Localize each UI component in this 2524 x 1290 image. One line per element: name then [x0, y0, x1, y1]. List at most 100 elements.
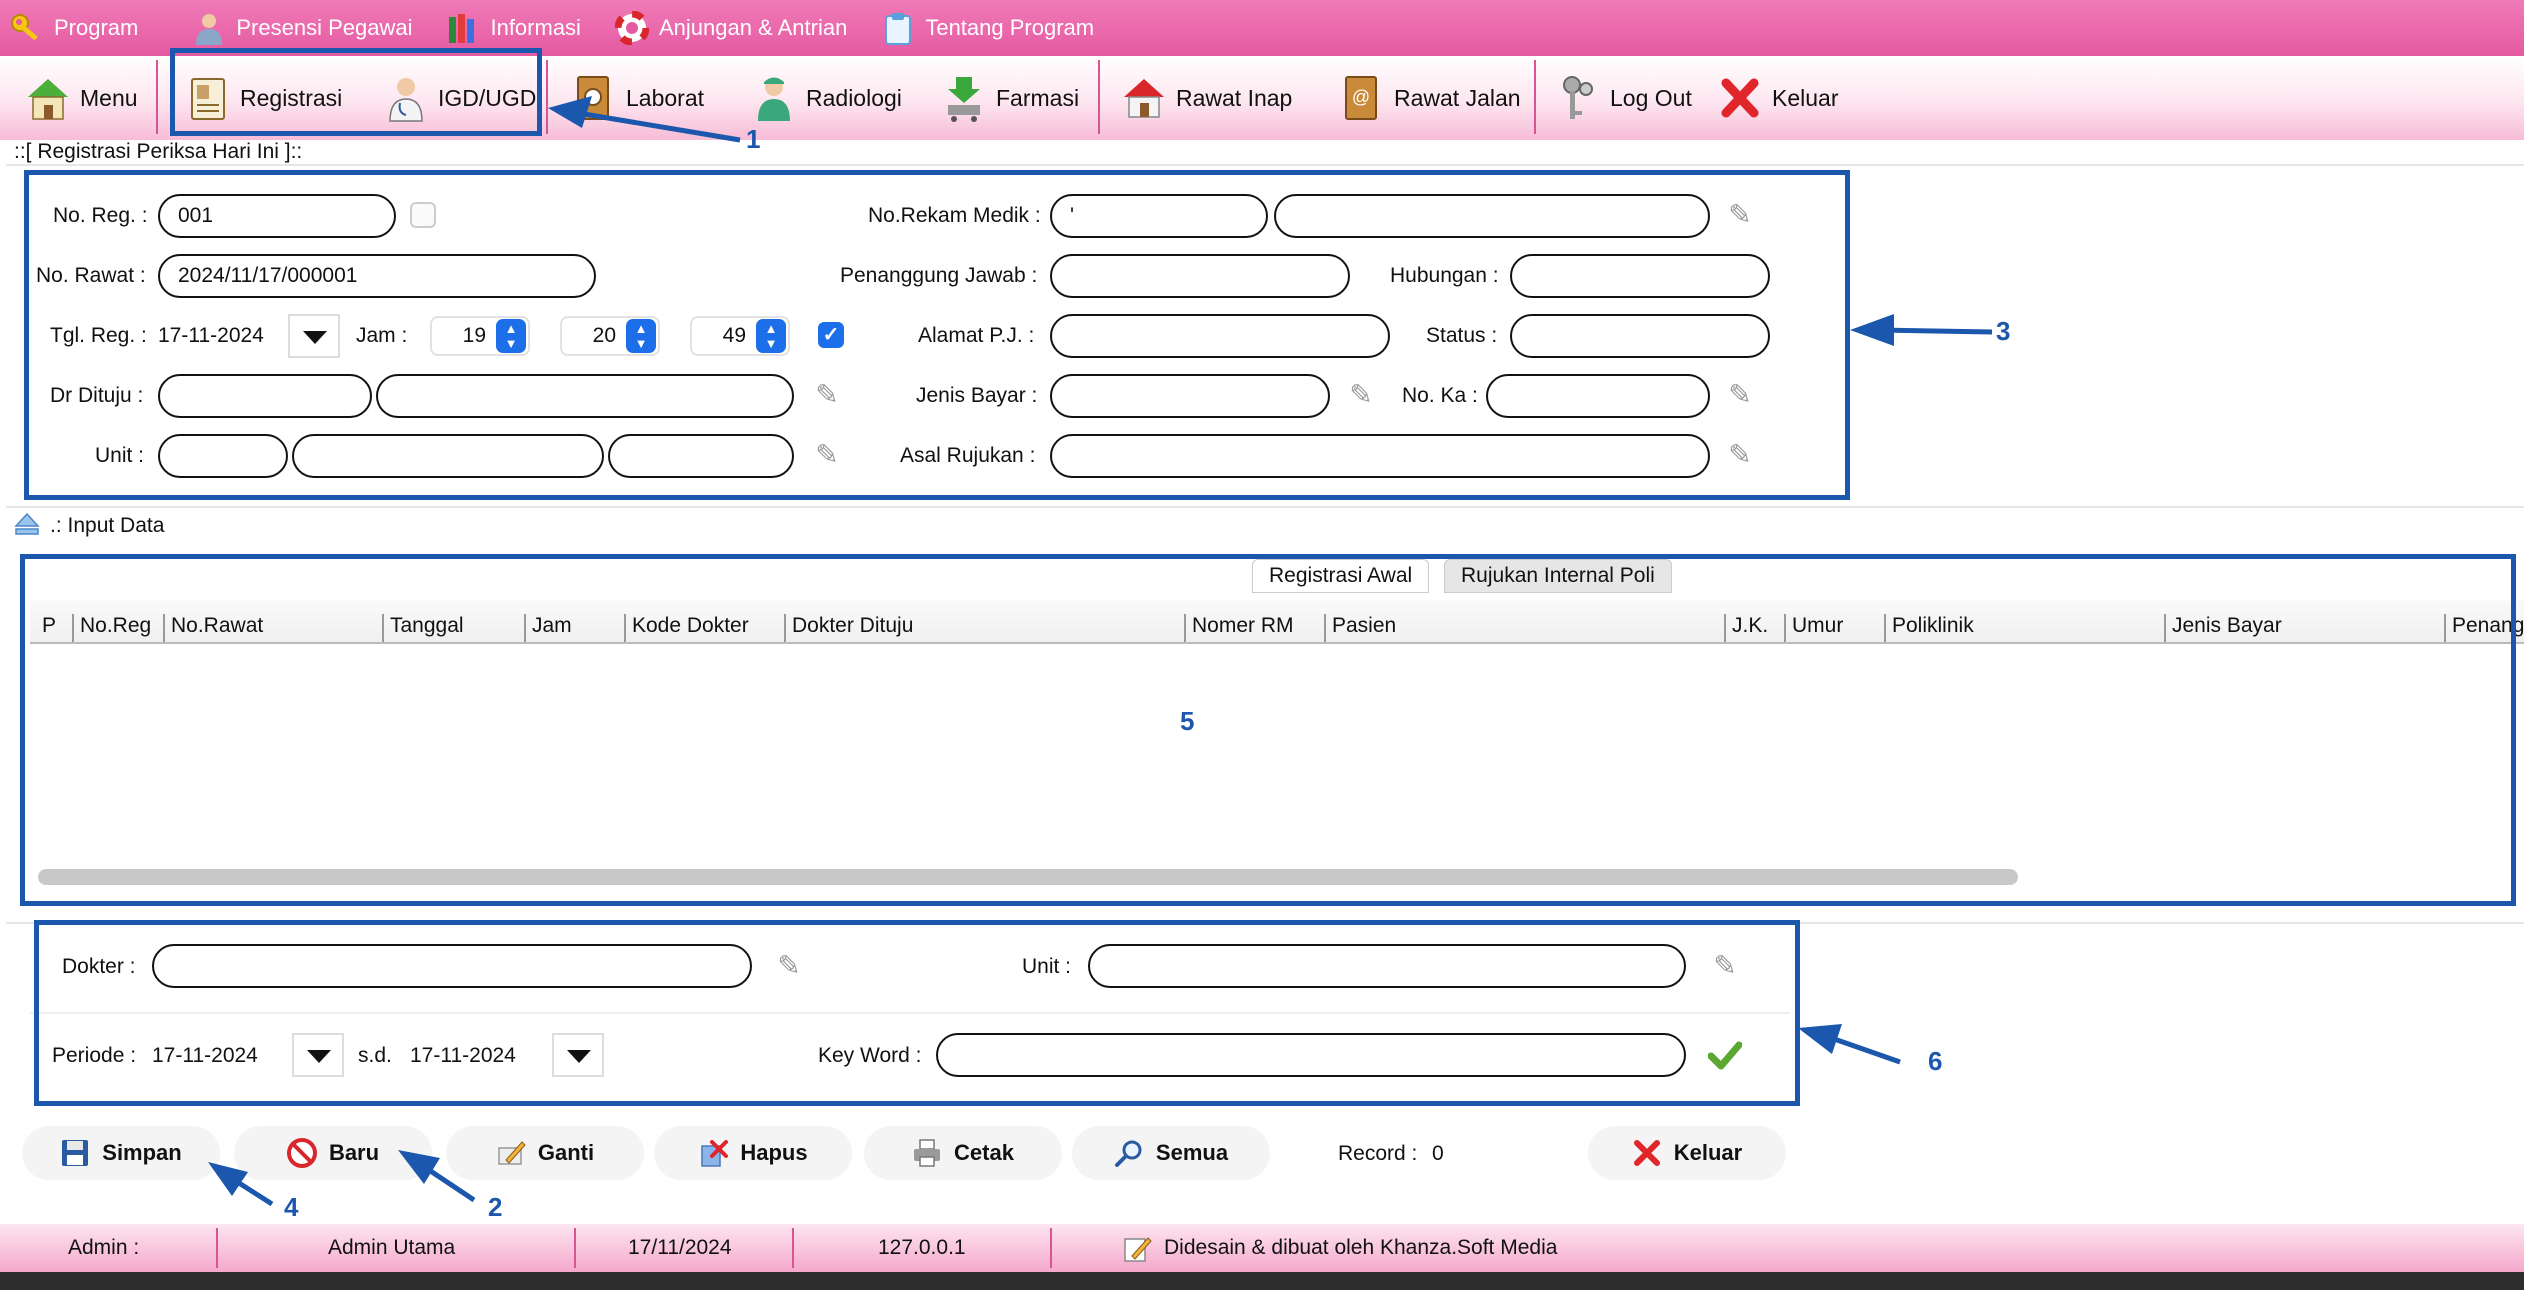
keyword-field[interactable]: [936, 1033, 1686, 1077]
dr-dituju-name-field[interactable]: [376, 374, 794, 418]
periode-to-value[interactable]: 17-11-2024: [410, 1044, 516, 1068]
unit-filter-label: Unit :: [1022, 955, 1072, 978]
unit-code-field[interactable]: [158, 434, 288, 478]
divider: [6, 506, 2524, 508]
column-header[interactable]: Nomer RM: [1184, 614, 1294, 642]
column-header[interactable]: J.K.: [1724, 614, 1768, 642]
annotation-number-5: 5: [1180, 706, 1195, 736]
form-title: ::[ Registrasi Periksa Hari Ini ]::: [14, 140, 303, 163]
unit-name-field[interactable]: [292, 434, 604, 478]
status-field[interactable]: [1510, 314, 1770, 358]
menu-presensi-pegawai[interactable]: Presensi Pegawai: [192, 0, 412, 56]
alamat-pj-field[interactable]: [1050, 314, 1390, 358]
column-header[interactable]: No.Rawat: [163, 614, 263, 642]
registrasi-button[interactable]: Registrasi: [186, 62, 342, 134]
tgl-reg-dropdown[interactable]: [288, 314, 340, 358]
no-reg-checkbox[interactable]: [410, 202, 436, 228]
column-header[interactable]: Poliklinik: [1884, 614, 1974, 642]
menu-presensi-label: Presensi Pegawai: [236, 15, 413, 40]
penanggung-jawab-label: Penanggung Jawab :: [840, 264, 1038, 287]
hapus-button[interactable]: Hapus: [654, 1126, 852, 1180]
hospital-house-icon: [1122, 73, 1166, 123]
keys-icon: [1556, 73, 1600, 123]
tgl-reg-label: Tgl. Reg. :: [50, 324, 147, 347]
simpan-button[interactable]: Simpan: [22, 1126, 220, 1180]
unit-filter-clip-icon[interactable]: ✎: [1710, 951, 1740, 981]
column-header[interactable]: Tanggal: [382, 614, 464, 642]
laborat-button[interactable]: Laborat: [572, 62, 704, 134]
baru-button-label: Baru: [328, 1140, 380, 1165]
jam-second-spinner[interactable]: 49 ▲ ▼: [690, 316, 790, 356]
jam-auto-checkbox[interactable]: ✓: [818, 322, 844, 348]
igd-ugd-button[interactable]: IGD/UGD: [384, 62, 536, 134]
dokter-filter-clip-icon[interactable]: ✎: [774, 951, 804, 981]
penanggung-jawab-field[interactable]: [1050, 254, 1350, 298]
asal-rujukan-field[interactable]: [1050, 434, 1710, 478]
column-header[interactable]: No.Reg: [72, 614, 151, 642]
column-header[interactable]: Pasien: [1324, 614, 1396, 642]
logout-button[interactable]: Log Out: [1556, 62, 1692, 134]
rawat-jalan-button[interactable]: @ Rawat Jalan: [1340, 62, 1521, 134]
dr-dituju-clip-icon[interactable]: ✎: [812, 380, 842, 410]
dokter-filter-field[interactable]: [152, 944, 752, 988]
menu-program[interactable]: Program: [10, 0, 138, 56]
unit-extra-field[interactable]: [608, 434, 794, 478]
no-ka-field[interactable]: [1486, 374, 1710, 418]
menu-tentang-program[interactable]: Tentang Program: [881, 0, 1094, 56]
status-credit: Didesain & dibuat oleh Khanza.Soft Media: [1164, 1236, 1558, 1259]
column-header[interactable]: Jam: [524, 614, 572, 642]
cetak-button-label: Cetak: [954, 1140, 1014, 1165]
doctor-icon: [384, 73, 428, 123]
printer-icon: [912, 1138, 942, 1168]
menu-button[interactable]: Menu: [26, 62, 138, 134]
jam-hour-spinner[interactable]: 19 ▲ ▼: [430, 316, 530, 356]
search-ok-icon[interactable]: [1707, 1040, 1743, 1070]
jenis-bayar-field[interactable]: [1050, 374, 1330, 418]
jam-minute-spinner[interactable]: 20 ▲ ▼: [560, 316, 660, 356]
asal-rujukan-clip-icon[interactable]: ✎: [1725, 440, 1755, 470]
unit-filter-field[interactable]: [1088, 944, 1686, 988]
rekam-medik-clip-icon[interactable]: ✎: [1725, 200, 1755, 230]
tab-rujukan-internal-poli[interactable]: Rujukan Internal Poli: [1444, 559, 1672, 593]
periode-from-dropdown[interactable]: [292, 1033, 344, 1077]
rawat-inap-button-label: Rawat Inap: [1176, 84, 1293, 111]
horizontal-scrollbar[interactable]: [38, 869, 2018, 885]
periode-from-value[interactable]: 17-11-2024: [152, 1044, 258, 1068]
radiologi-button[interactable]: Radiologi: [752, 62, 902, 134]
no-ka-label: No. Ka :: [1402, 384, 1478, 407]
cetak-button[interactable]: Cetak: [864, 1126, 1062, 1180]
farmasi-button[interactable]: Farmasi: [942, 62, 1079, 134]
column-header[interactable]: Penang: [2444, 614, 2524, 642]
column-header[interactable]: Kode Dokter: [624, 614, 749, 642]
baru-button[interactable]: Baru: [234, 1126, 432, 1180]
outpatient-book-icon: @: [1340, 73, 1384, 123]
periode-to-dropdown[interactable]: [552, 1033, 604, 1077]
unit-clip-icon[interactable]: ✎: [812, 440, 842, 470]
dokter-filter-label: Dokter :: [62, 955, 136, 978]
tgl-reg-value[interactable]: 17-11-2024: [158, 324, 264, 348]
column-header[interactable]: P: [36, 614, 56, 642]
keluar-button[interactable]: Keluar: [1588, 1126, 1786, 1180]
hubungan-field[interactable]: [1510, 254, 1770, 298]
annotation-number-2: 2: [488, 1192, 503, 1222]
semua-button[interactable]: Semua: [1072, 1126, 1270, 1180]
menu-anjungan-antrian[interactable]: Anjungan & Antrian: [614, 0, 847, 56]
no-ka-clip-icon[interactable]: ✎: [1725, 380, 1755, 410]
tab-registrasi-awal[interactable]: Registrasi Awal: [1252, 559, 1430, 593]
column-header[interactable]: Dokter Dituju: [784, 614, 913, 642]
ganti-button[interactable]: Ganti: [446, 1126, 644, 1180]
keluar-toolbar-button[interactable]: Keluar: [1718, 62, 1838, 134]
no-reg-field[interactable]: 001: [158, 194, 396, 238]
jenis-bayar-clip-icon[interactable]: ✎: [1346, 380, 1376, 410]
no-reg-label: No. Reg. :: [53, 204, 148, 227]
no-rawat-field[interactable]: 2024/11/17/000001: [158, 254, 596, 298]
pharmacy-cart-icon: [942, 73, 986, 123]
rawat-inap-button[interactable]: Rawat Inap: [1122, 62, 1292, 134]
collapse-arrow-icon[interactable]: [14, 512, 40, 536]
menu-informasi[interactable]: Informasi: [446, 0, 581, 56]
dr-dituju-code-field[interactable]: [158, 374, 372, 418]
column-header[interactable]: Umur: [1784, 614, 1843, 642]
no-rekam-medik-field[interactable]: ': [1050, 194, 1268, 238]
patient-name-field[interactable]: [1274, 194, 1710, 238]
column-header[interactable]: Jenis Bayar: [2164, 614, 2282, 642]
